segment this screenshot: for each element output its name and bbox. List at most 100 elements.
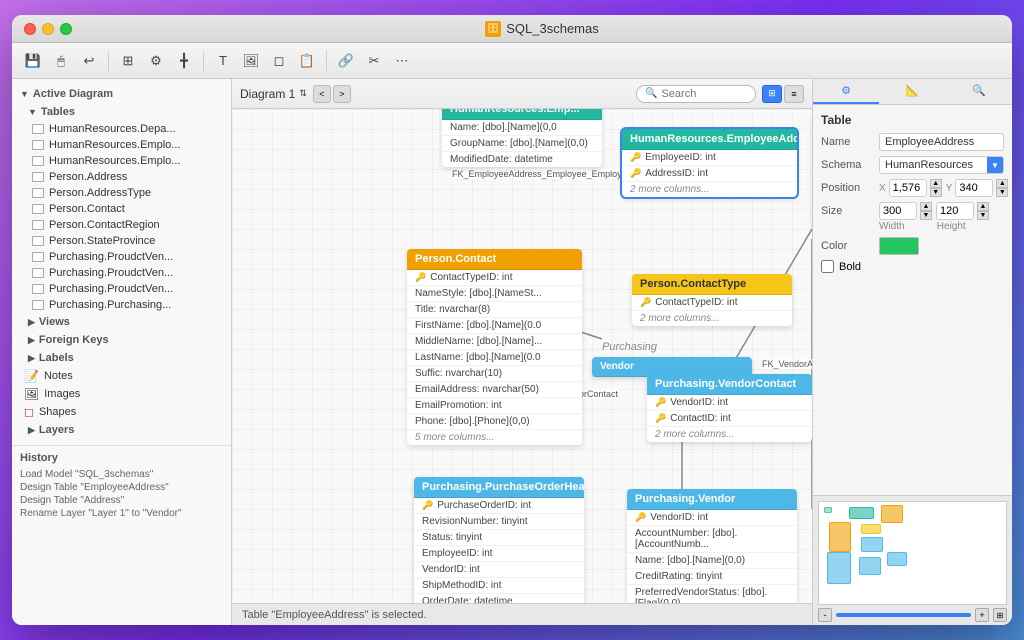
table-row: 🔑ContactTypeID: int bbox=[632, 295, 792, 311]
height-down-button[interactable]: ▼ bbox=[977, 211, 989, 220]
add-button[interactable]: ╋ bbox=[171, 49, 197, 73]
width-input[interactable] bbox=[879, 202, 917, 220]
cut-button[interactable]: ✂ bbox=[361, 49, 387, 73]
labels-header[interactable]: ▶ Labels bbox=[12, 349, 231, 367]
schema-dropdown-icon[interactable]: ▼ bbox=[987, 157, 1003, 173]
save-button[interactable]: 💾 bbox=[20, 49, 46, 73]
y-input[interactable] bbox=[955, 179, 993, 197]
sidebar-item-table[interactable]: HumanResources.Emplo... bbox=[12, 137, 231, 153]
sidebar-item-table[interactable]: Purchasing.Purchasing... bbox=[12, 297, 231, 313]
sidebar-item-table[interactable]: Person.Contact bbox=[12, 201, 231, 217]
size-label: Size bbox=[821, 205, 879, 217]
maximize-button[interactable] bbox=[60, 23, 72, 35]
bold-checkbox[interactable] bbox=[821, 260, 834, 273]
settings-button[interactable]: ⚙ bbox=[143, 49, 169, 73]
sidebar-item-table[interactable]: Purchasing.ProudctVen... bbox=[12, 281, 231, 297]
sidebar-item-table[interactable]: Person.StateProvince bbox=[12, 233, 231, 249]
expand-button[interactable]: ⊞ bbox=[993, 608, 1007, 622]
sidebar-item-notes[interactable]: 📝 Notes bbox=[12, 367, 231, 385]
width-up-button[interactable]: ▲ bbox=[920, 202, 932, 211]
grid-view-button[interactable]: ⊞ bbox=[762, 85, 782, 103]
size-labels: Width Height bbox=[879, 221, 1004, 232]
next-diagram-button[interactable]: > bbox=[333, 85, 351, 103]
color-swatch[interactable] bbox=[879, 237, 919, 255]
width-group: ▲ ▼ bbox=[879, 202, 932, 220]
image-button[interactable]: 🖼 bbox=[238, 49, 264, 73]
list-view-button[interactable]: ≡ bbox=[784, 85, 804, 103]
table-row: EmployeeID: int bbox=[414, 546, 584, 562]
table-row: Title: nvarchar(8) bbox=[407, 302, 582, 318]
table-purchasing-vendor[interactable]: Purchasing.Vendor 🔑VendorID: int Account… bbox=[627, 489, 797, 603]
table-row: ShipMethodID: int bbox=[414, 578, 584, 594]
note-button[interactable]: 📋 bbox=[294, 49, 320, 73]
close-button[interactable] bbox=[24, 23, 36, 35]
zoom-in-button[interactable]: + bbox=[975, 608, 989, 622]
x-down-button[interactable]: ▼ bbox=[930, 188, 942, 197]
y-down-button[interactable]: ▼ bbox=[996, 188, 1008, 197]
fk-label-3: FK_VendorAddress_Address_AddressID bbox=[762, 359, 812, 369]
table-row: 🔑ContactID: int bbox=[647, 411, 812, 427]
y-stepper: ▲ ▼ bbox=[996, 179, 1008, 197]
tab-layout[interactable]: 📐 bbox=[879, 79, 945, 104]
sidebar-item-table[interactable]: HumanResources.Depa... bbox=[12, 121, 231, 137]
undo-button[interactable]: ↩ bbox=[76, 49, 102, 73]
table-row: 🔑EmployeeID: int bbox=[622, 150, 797, 166]
minimize-button[interactable] bbox=[42, 23, 54, 35]
sidebar-item-table[interactable]: Person.ContactRegion bbox=[12, 217, 231, 233]
minimap[interactable]: - + ⊞ bbox=[813, 495, 1012, 625]
sidebar-item-table[interactable]: Purchasing.ProudctVen... bbox=[12, 249, 231, 265]
table-button[interactable]: ⊞ bbox=[115, 49, 141, 73]
x-input[interactable] bbox=[889, 179, 927, 197]
zoom-slider[interactable] bbox=[836, 613, 971, 617]
text-button[interactable]: T bbox=[210, 49, 236, 73]
sidebar-item-images[interactable]: 🖼 Images bbox=[12, 385, 231, 403]
table-purchase-order-header[interactable]: Purchasing.PurchaseOrderHeader 🔑Purchase… bbox=[414, 477, 584, 603]
table-header: Person.Contact bbox=[407, 249, 582, 270]
tab-search[interactable]: 🔍 bbox=[946, 79, 1012, 104]
sidebar-item-table[interactable]: Person.AddressType bbox=[12, 185, 231, 201]
search-icon: 🔍 bbox=[645, 88, 657, 99]
labels-chevron-icon: ▶ bbox=[28, 353, 35, 364]
fk-chevron-icon: ▶ bbox=[28, 335, 35, 346]
height-up-button[interactable]: ▲ bbox=[977, 202, 989, 211]
table-vendor-contact[interactable]: Purchasing.VendorContact 🔑VendorID: int … bbox=[647, 374, 812, 442]
history-item: Rename Layer "Layer 1" to "Vendor" bbox=[20, 507, 223, 520]
zoom-out-button[interactable]: - bbox=[818, 608, 832, 622]
table-person-contact-type[interactable]: Person.ContactType 🔑ContactTypeID: int 2… bbox=[632, 274, 792, 326]
table-employee-address[interactable]: HumanResources.EmployeeAddress 🔑Employee… bbox=[622, 129, 797, 197]
more-columns: 5 more columns... bbox=[407, 430, 582, 445]
tables-header[interactable]: ▼ Tables bbox=[12, 103, 231, 121]
table-header: Person.ContactType bbox=[632, 274, 792, 295]
minimap-canvas bbox=[818, 501, 1007, 605]
link-button[interactable]: 🔗 bbox=[333, 49, 359, 73]
y-up-button[interactable]: ▲ bbox=[996, 179, 1008, 188]
foreign-keys-header[interactable]: ▶ Foreign Keys bbox=[12, 331, 231, 349]
diagram-canvas[interactable]: FK_EmployeeAddress_Employee_EmployeeID F… bbox=[232, 109, 812, 603]
name-value[interactable]: EmployeeAddress bbox=[879, 133, 1004, 151]
right-panel-tabs: ⚙ 📐 🔍 bbox=[813, 79, 1012, 105]
more-button[interactable]: ⋯ bbox=[389, 49, 415, 73]
sidebar-item-table[interactable]: Person.Address bbox=[12, 169, 231, 185]
name-row: Name EmployeeAddress bbox=[821, 133, 1004, 151]
width-down-button[interactable]: ▼ bbox=[920, 211, 932, 220]
table-row: Suffic: nvarchar(10) bbox=[407, 366, 582, 382]
prev-diagram-button[interactable]: < bbox=[313, 85, 331, 103]
more-columns: 2 more columns... bbox=[647, 427, 812, 442]
table-hr-partial[interactable]: HumanResources.Emp... Name: [dbo].[Name]… bbox=[442, 109, 602, 167]
sidebar-item-shapes[interactable]: ◻ Shapes bbox=[12, 403, 231, 421]
layers-header[interactable]: ▶ Layers bbox=[12, 421, 231, 439]
schema-value[interactable]: HumanResources ▼ bbox=[879, 156, 1004, 174]
active-diagram-header[interactable]: ▼ Active Diagram bbox=[12, 85, 231, 103]
tab-properties[interactable]: ⚙ bbox=[813, 79, 879, 104]
shapes-label: Shapes bbox=[39, 406, 76, 418]
x-up-button[interactable]: ▲ bbox=[930, 179, 942, 188]
bold-row: Bold bbox=[821, 260, 1004, 273]
views-header[interactable]: ▶ Views bbox=[12, 313, 231, 331]
search-input[interactable] bbox=[661, 88, 741, 100]
table-person-contact[interactable]: Person.Contact 🔑ContactTypeID: int NameS… bbox=[407, 249, 582, 445]
shape-button[interactable]: ◻ bbox=[266, 49, 292, 73]
sidebar-item-table[interactable]: Purchasing.ProudctVen... bbox=[12, 265, 231, 281]
height-input[interactable] bbox=[936, 202, 974, 220]
select-tool-button[interactable]: 🖱 bbox=[48, 49, 74, 73]
sidebar-item-table[interactable]: HumanResources.Emplo... bbox=[12, 153, 231, 169]
